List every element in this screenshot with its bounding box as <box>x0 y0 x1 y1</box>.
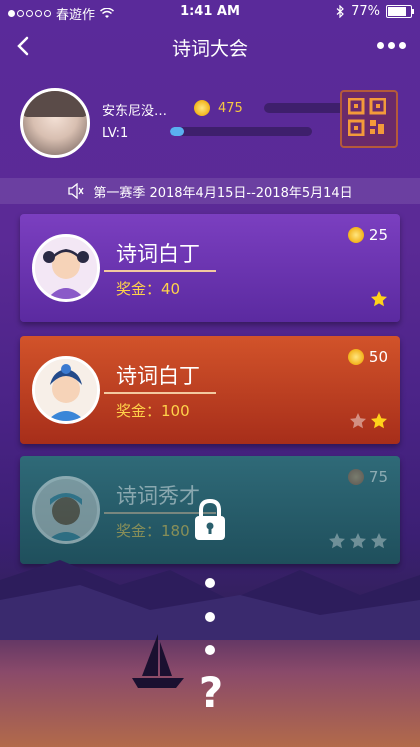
entry-cost: 25 <box>347 226 388 244</box>
coin-icon <box>347 227 364 243</box>
path-dot <box>205 578 215 588</box>
star-filled-icon <box>371 291 387 307</box>
season-banner: 第一赛季 2018年4月15日--2018年5月14日 <box>0 178 420 204</box>
status-right: 77% <box>336 4 414 19</box>
character-avatar <box>32 476 100 544</box>
qr-code-icon[interactable] <box>340 90 398 148</box>
entry-cost-value: 50 <box>368 348 388 366</box>
level-card-2[interactable]: 诗词白丁 奖金：100 50 <box>20 336 400 444</box>
card-title: 诗词秀才 <box>116 484 200 508</box>
battery-icon <box>386 5 414 18</box>
star-empty-icon <box>350 413 366 429</box>
title-underline <box>104 392 216 394</box>
path-dot <box>205 612 215 622</box>
card-title: 诗词白丁 <box>116 242 200 266</box>
entry-cost-value: 75 <box>368 468 388 486</box>
level-card-1[interactable]: 诗词白丁 奖金：40 25 <box>20 214 400 322</box>
season-text: 第一赛季 2018年4月15日--2018年5月14日 <box>93 185 353 201</box>
coin-icon <box>347 469 364 485</box>
card-title: 诗词白丁 <box>116 364 200 388</box>
navigation-bar: 诗词大会 <box>0 24 420 68</box>
card-prize: 奖金：40 <box>116 280 181 298</box>
character-avatar <box>32 356 100 424</box>
next-level-marker[interactable]: ? <box>195 668 227 717</box>
card-prize: 奖金：180 <box>116 522 190 540</box>
entry-cost: 75 <box>347 468 388 486</box>
user-level: LV:1 <box>102 126 129 141</box>
boat-icon <box>132 634 184 688</box>
profile-panel: 安东尼没… LV:1 475 + <box>0 84 420 164</box>
speaker-icon <box>68 183 84 199</box>
star-rating <box>370 290 388 308</box>
more-icon[interactable] <box>377 42 406 49</box>
battery-percent: 77% <box>351 4 380 19</box>
coin-icon <box>194 100 210 116</box>
card-prize: 奖金：100 <box>116 402 190 420</box>
entry-cost: 50 <box>347 348 388 366</box>
status-bar: 春遊作 1:41 AM 77% <box>0 0 420 24</box>
xp-progress-fill <box>170 127 185 136</box>
path-dot <box>205 645 215 655</box>
mountain-scenery <box>0 560 420 640</box>
coin-icon <box>347 349 364 365</box>
star-filled-icon <box>371 413 387 429</box>
page-title: 诗词大会 <box>171 38 248 60</box>
star-rating <box>349 412 388 430</box>
avatar[interactable] <box>20 88 90 158</box>
xp-progress-bar <box>170 127 312 136</box>
lock-icon <box>195 498 225 540</box>
bluetooth-icon <box>336 5 344 18</box>
entry-cost-value: 25 <box>368 226 388 244</box>
nickname: 安东尼没… <box>102 104 168 119</box>
title-underline <box>104 270 216 272</box>
character-avatar <box>32 234 100 302</box>
